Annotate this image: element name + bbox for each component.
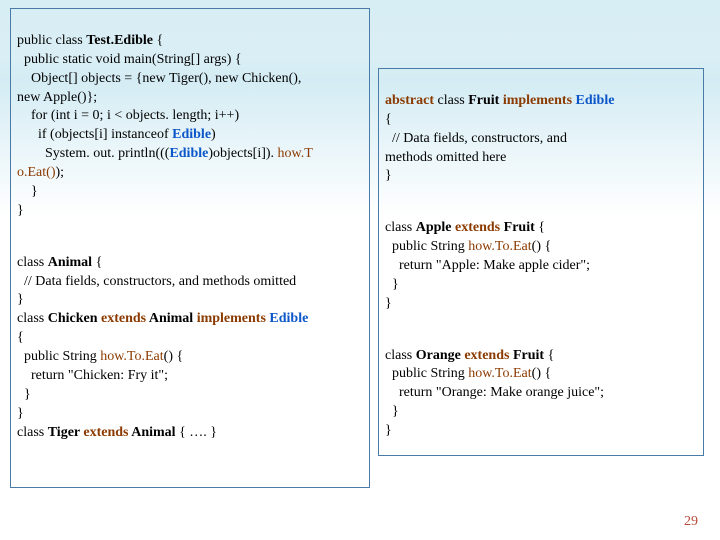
kw-extends: extends [464,348,513,363]
txt: } [17,203,24,218]
txt: public class [17,33,86,48]
kw-extends: extends [83,425,131,440]
txt: class [17,255,48,270]
txt: class [385,220,416,235]
txt: public static void main(String[] args) { [17,52,242,67]
txt: } [385,168,392,183]
kw-extends: extends [455,220,504,235]
classname: Fruit [468,93,503,108]
txt: } [17,184,38,199]
txt: } [17,292,24,307]
method: how.To.Eat [100,349,163,364]
page-number: 29 [684,514,698,530]
classname: Apple [416,220,455,235]
type-edible: Edible [172,127,211,142]
txt: class [17,311,48,326]
txt: // Data fields, constructors, and method… [17,274,296,289]
left-code-box: public class Test.Edible { public static… [10,8,370,488]
txt: class [17,425,48,440]
txt: return "Orange: Make orange juice"; [385,385,604,400]
method: how.To.Eat [468,366,531,381]
classname: Fruit [504,220,535,235]
txt: Object[] objects = {new Tiger(), new Chi… [17,71,301,86]
kw-implements: implements [503,93,576,108]
classname: Animal [48,255,92,270]
method: how.T [278,146,313,161]
classname: Animal [149,311,197,326]
kw-implements: implements [197,311,270,326]
txt: { [92,255,102,270]
txt: // Data fields, constructors, and [385,131,567,146]
txt: } [385,296,392,311]
code-left: public class Test.Edible { public static… [17,13,363,461]
kw-abstract: abstract [385,93,438,108]
method: how.To.Eat [468,239,531,254]
txt: public String [385,239,468,254]
type-edible: Edible [269,311,308,326]
txt: public String [385,366,468,381]
txt: return "Apple: Make apple cider"; [385,258,590,273]
txt: ) [211,127,216,142]
classname: Orange [416,348,465,363]
classname: Chicken [48,311,101,326]
kw-extends: extends [101,311,149,326]
type-edible: Edible [576,93,615,108]
right-code-box: abstract class Fruit implements Edible {… [378,68,704,456]
txt: } [17,406,24,421]
txt: if (objects[i] instanceof [17,127,172,142]
txt: } [385,277,399,292]
classname: Tiger [48,425,84,440]
txt: () { [532,366,552,381]
method: o.Eat() [17,165,55,180]
classname: Test.Edible [86,33,153,48]
txt: for (int i = 0; i < objects. length; i++… [17,108,239,123]
txt: { [17,330,24,345]
code-columns: public class Test.Edible { public static… [10,8,710,488]
txt: { [153,33,163,48]
txt: public String [17,349,100,364]
type-edible: Edible [169,146,208,161]
txt: )objects[i]). [208,146,277,161]
txt: () { [532,239,552,254]
txt: ); [55,165,64,180]
gap [17,221,363,235]
gap [385,186,697,200]
txt: class [385,348,416,363]
txt: { …. } [176,425,217,440]
txt: { [544,348,554,363]
txt: { [385,112,392,127]
txt: new Apple()}; [17,90,97,105]
gap [385,314,697,328]
txt: () { [164,349,184,364]
txt: } [385,423,392,438]
classname: Animal [131,425,175,440]
txt: } [17,387,31,402]
txt: { [535,220,545,235]
txt: return "Chicken: Fry it"; [17,368,168,383]
txt: class [438,93,469,108]
code-right: abstract class Fruit implements Edible {… [385,73,697,460]
txt: methods omitted here [385,150,506,165]
classname: Fruit [513,348,544,363]
txt: System. out. println((( [17,146,169,161]
txt: } [385,404,399,419]
